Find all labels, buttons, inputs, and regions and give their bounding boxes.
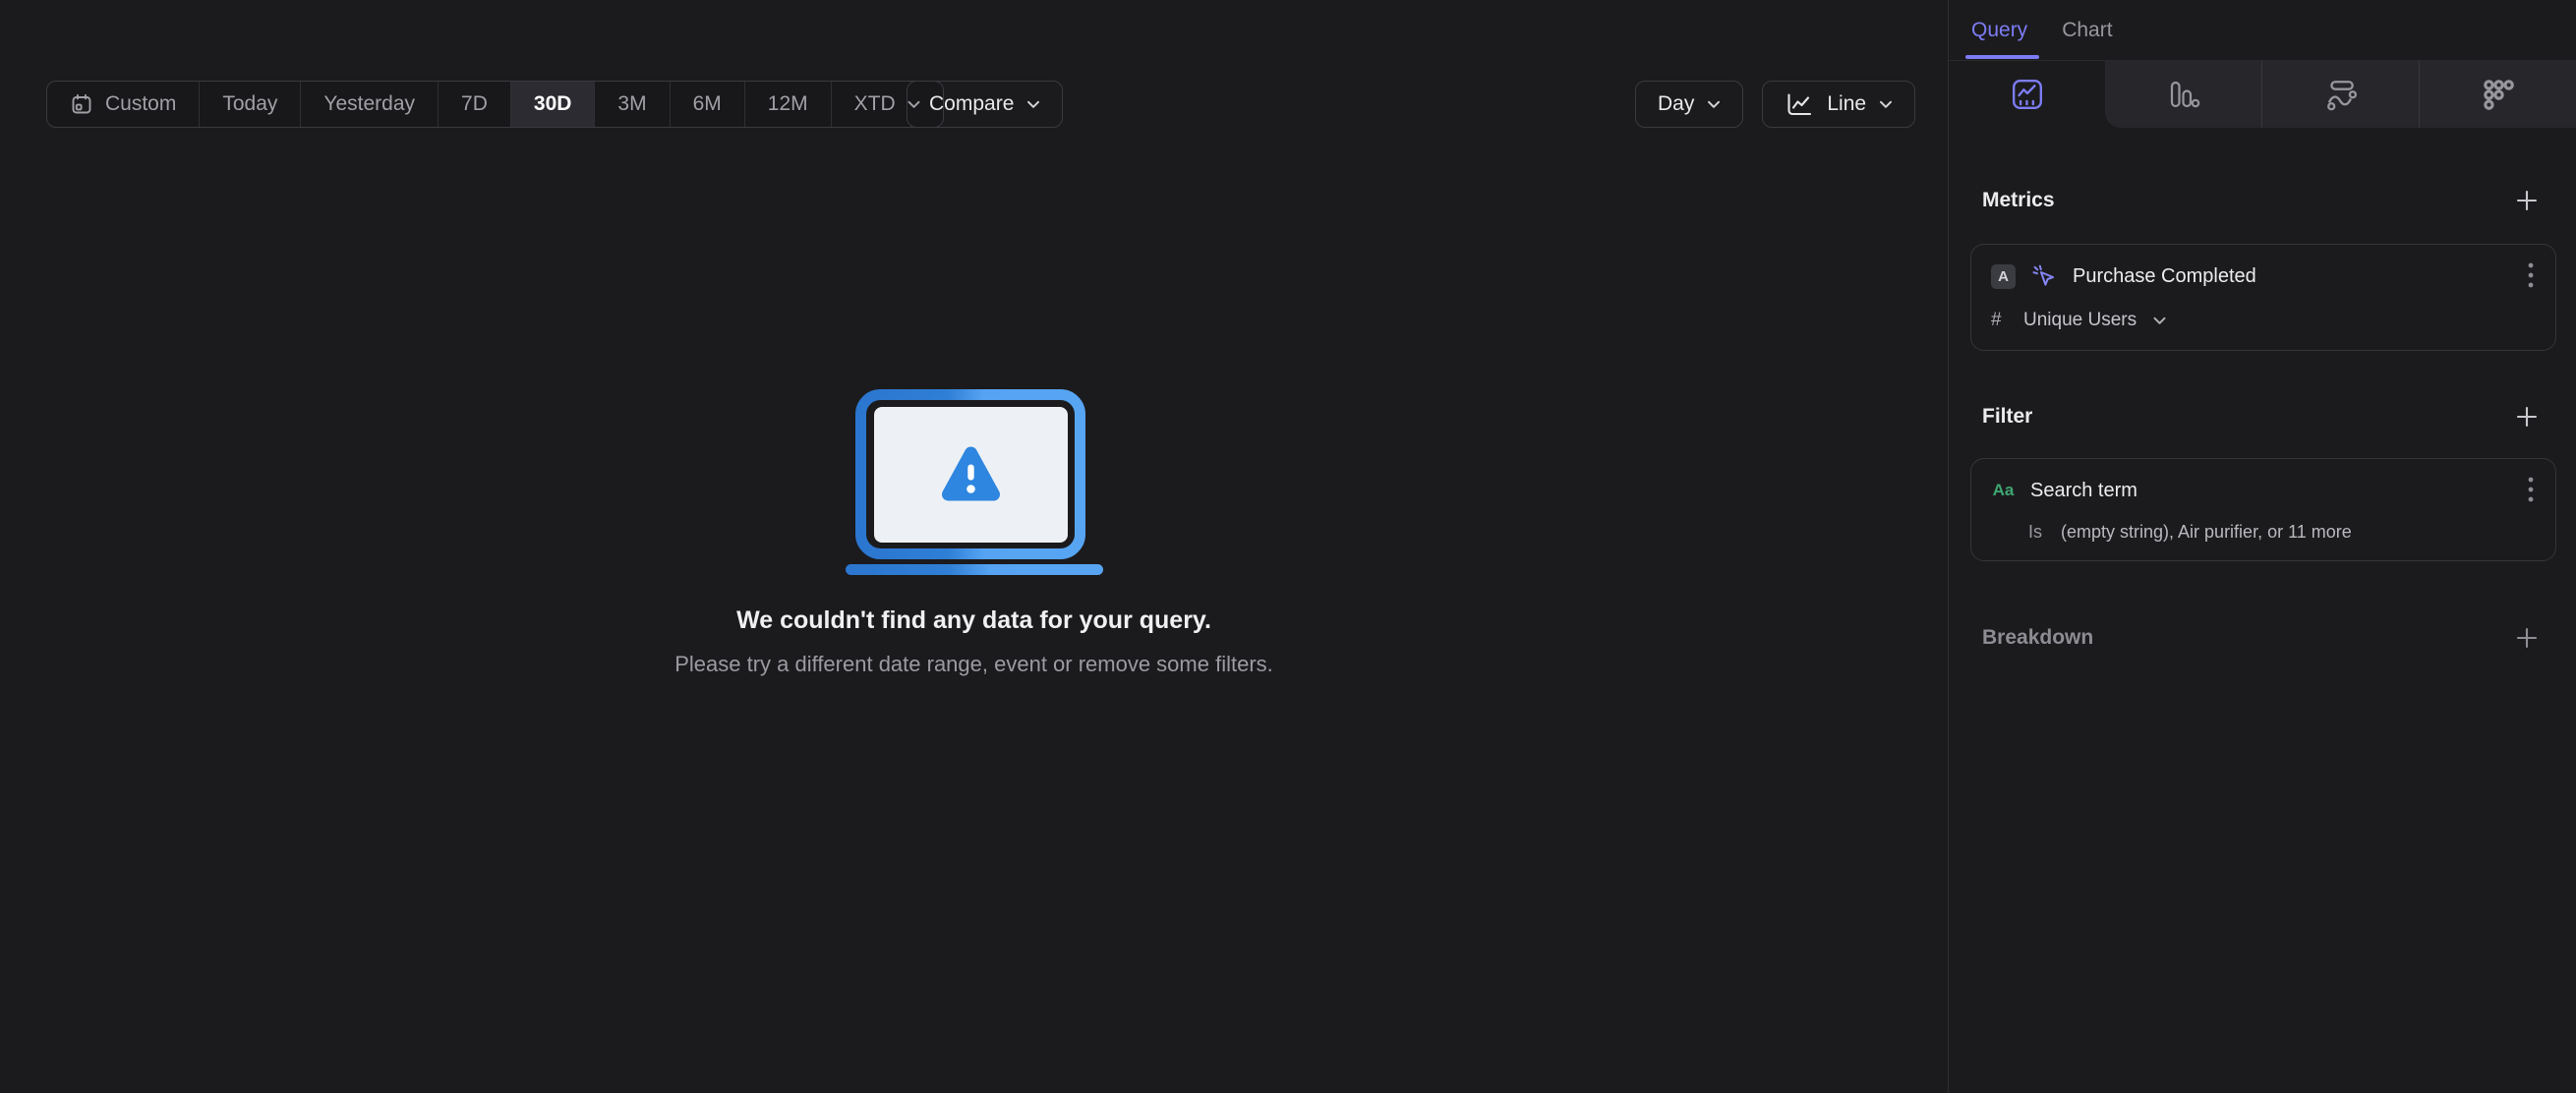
metric-kebab-menu[interactable] — [2524, 259, 2538, 294]
add-filter-button[interactable] — [2513, 403, 2541, 431]
view-tab-insights[interactable] — [1949, 61, 2105, 128]
active-tab-underline — [1965, 54, 2040, 59]
empty-state-subtitle: Please try a different date range, event… — [674, 652, 1273, 676]
plus-icon — [2516, 627, 2538, 649]
compare-button[interactable]: Compare — [907, 81, 1064, 128]
aggregation-symbol: # — [1991, 310, 2002, 330]
no-data-laptop-illustration — [845, 389, 1103, 575]
retention-icon — [2483, 80, 2514, 110]
aggregation-label: Unique Users — [2023, 310, 2137, 330]
date-range-label: Custom — [105, 92, 177, 115]
main-content: Custom Today Yesterday 7D 30D 3M 6M 12M … — [0, 0, 1948, 1093]
breakdown-section-heading: Breakdown — [1949, 624, 2576, 652]
date-range-6m-button[interactable]: 6M — [671, 82, 745, 127]
date-range-3m-button[interactable]: 3M — [595, 82, 671, 127]
breakdown-heading: Breakdown — [1982, 626, 2094, 649]
chevron-down-icon — [2153, 316, 2166, 324]
add-breakdown-button[interactable] — [2513, 624, 2541, 652]
view-tab-flows[interactable] — [2262, 61, 2420, 128]
filter-property-selector[interactable]: Aa Search term — [1991, 480, 2524, 502]
event-click-icon — [2032, 264, 2054, 286]
chevron-down-icon — [1708, 100, 1721, 108]
empty-state: We couldn't find any data for your query… — [0, 387, 1948, 677]
tab-chart[interactable]: Chart — [2060, 0, 2114, 61]
filter-section-heading: Filter — [1949, 403, 2576, 431]
filter-condition[interactable]: Is (empty string), Air purifier, or 11 m… — [1991, 520, 2538, 544]
query-sidebar: Query Chart Metrics A Purchase Completed… — [1948, 0, 2576, 1093]
view-tab-funnels[interactable] — [2105, 61, 2262, 128]
chevron-down-icon — [1880, 100, 1893, 108]
string-property-badge: Aa — [1992, 481, 2015, 499]
metric-event-selector[interactable]: A Purchase Completed — [1991, 262, 2524, 290]
insights-icon — [2012, 80, 2042, 109]
plus-icon — [2516, 406, 2538, 428]
filter-property-name: Search term — [2030, 479, 2137, 501]
bar-chart-icon — [2170, 81, 2199, 108]
date-range-12m-button[interactable]: 12M — [745, 82, 832, 127]
sidebar-tab-bar: Query Chart — [1949, 0, 2576, 61]
calendar-icon — [72, 93, 91, 114]
empty-state-title: We couldn't find any data for your query… — [736, 606, 1211, 634]
chart-controls: Day Line — [1635, 81, 1916, 128]
chevron-down-icon — [1027, 100, 1040, 108]
app-window: Custom Today Yesterday 7D 30D 3M 6M 12M … — [0, 0, 2576, 1093]
interval-dropdown[interactable]: Day — [1635, 81, 1744, 128]
plus-icon — [2516, 190, 2538, 211]
view-type-tabs — [1949, 61, 2576, 128]
metric-aggregation-selector[interactable]: # Unique Users — [1991, 308, 2538, 333]
filter-kebab-menu[interactable] — [2524, 474, 2538, 508]
kebab-icon — [2528, 262, 2534, 287]
add-metric-button[interactable] — [2513, 187, 2541, 214]
date-range-7d-button[interactable]: 7D — [439, 82, 511, 127]
filter-heading: Filter — [1982, 405, 2033, 428]
metric-card: A Purchase Completed # Unique Users — [1970, 244, 2556, 351]
metrics-heading: Metrics — [1982, 189, 2055, 211]
kebab-icon — [2528, 477, 2534, 501]
metric-event-name: Purchase Completed — [2073, 264, 2256, 287]
view-tab-retention[interactable] — [2420, 61, 2576, 128]
date-range-custom-button[interactable]: Custom — [47, 82, 201, 127]
date-range-today-button[interactable]: Today — [200, 82, 302, 127]
filter-values-summary: (empty string), Air purifier, or 11 more — [2061, 521, 2352, 542]
metrics-section-heading: Metrics — [1949, 187, 2576, 214]
tab-query[interactable]: Query — [1965, 0, 2040, 61]
chart-type-dropdown[interactable]: Line — [1762, 81, 1916, 128]
date-range-toolbar: Custom Today Yesterday 7D 30D 3M 6M 12M … — [46, 81, 944, 128]
date-range-yesterday-button[interactable]: Yesterday — [301, 82, 439, 127]
flows-icon — [2326, 81, 2357, 111]
filter-operator: Is — [2028, 521, 2043, 542]
date-range-30d-button[interactable]: 30D — [510, 82, 596, 127]
filter-card: Aa Search term Is (empty string), Air pu… — [1970, 458, 2556, 561]
series-letter-badge: A — [1991, 263, 2016, 289]
line-chart-icon — [1787, 92, 1812, 115]
